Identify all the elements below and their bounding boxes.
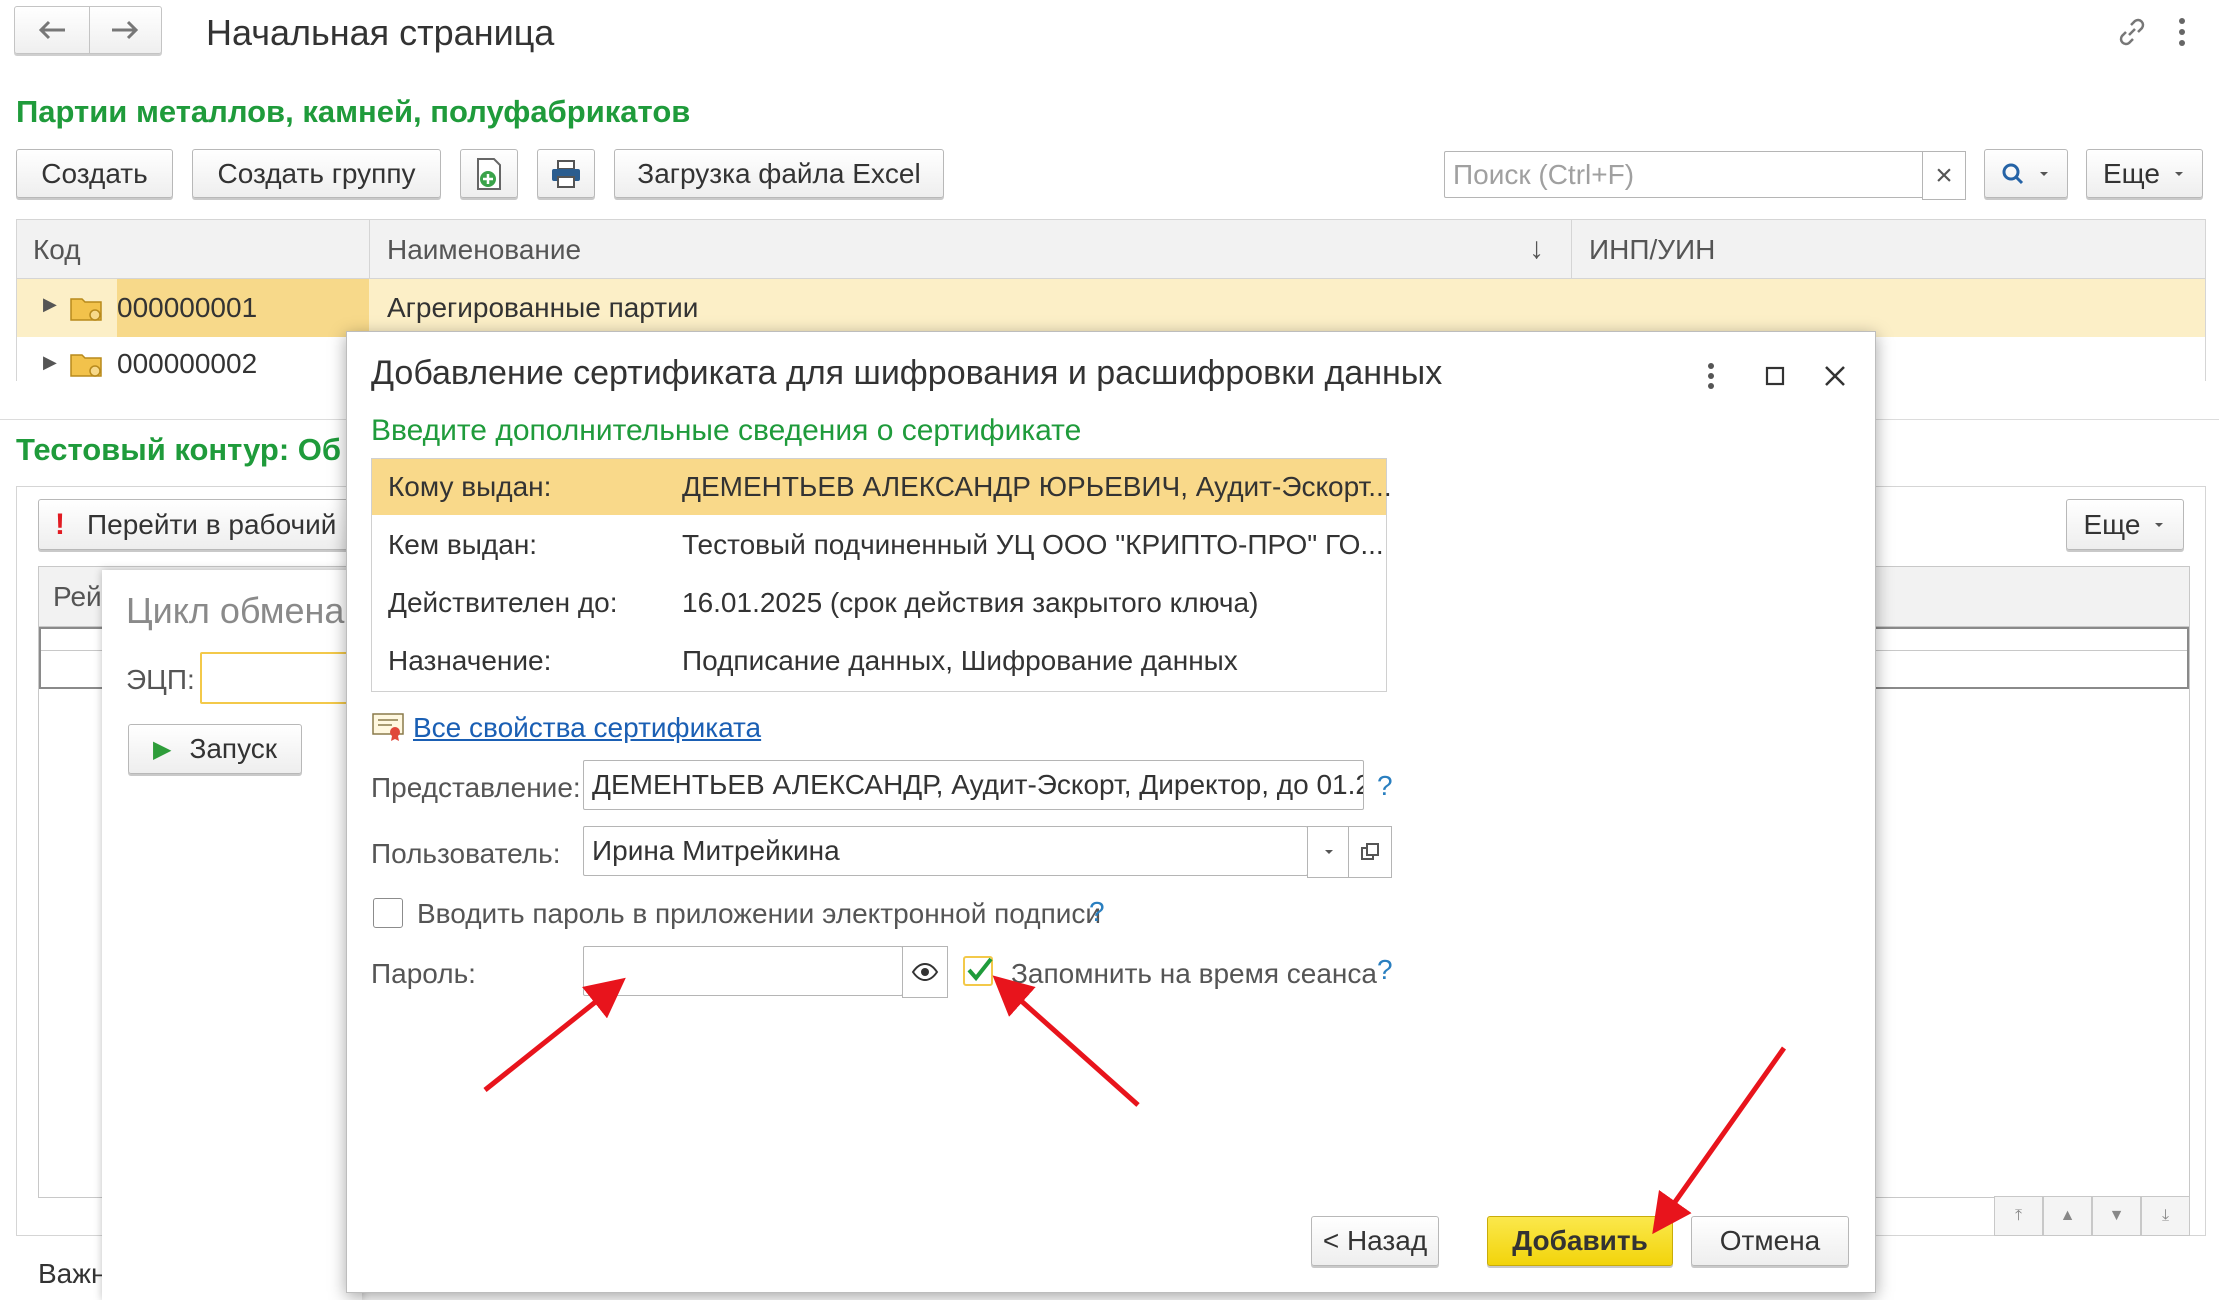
annotation-arrow	[1652, 1046, 1787, 1235]
annotation-arrows	[483, 975, 1787, 1235]
annotation-arrow	[483, 977, 626, 1092]
annotation-arrow	[992, 975, 1140, 1107]
